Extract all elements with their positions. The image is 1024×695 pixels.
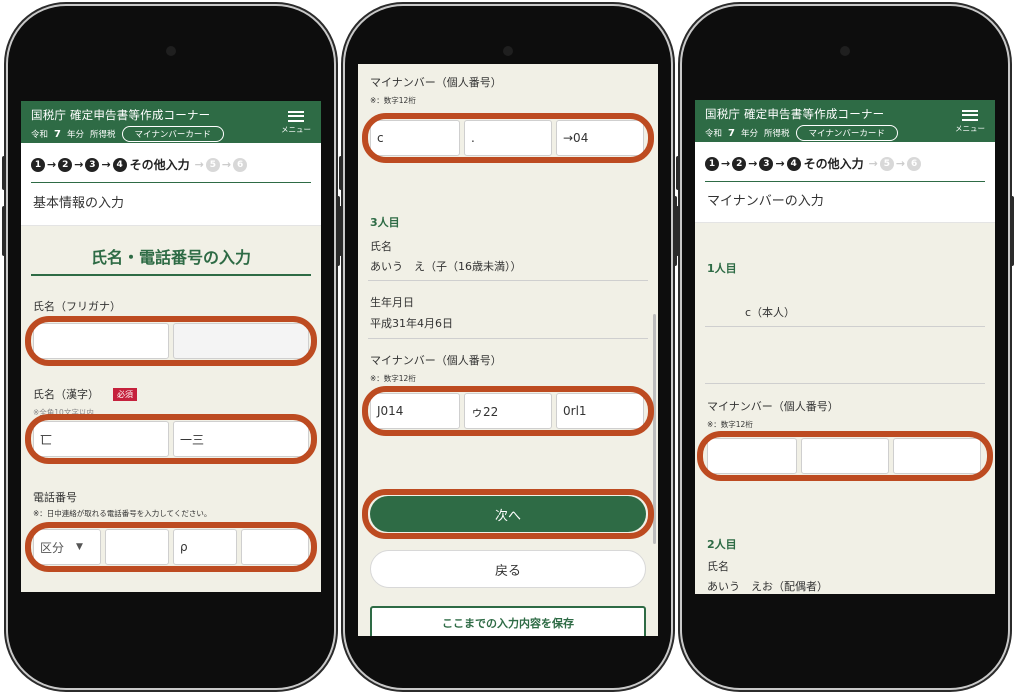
kanji-label: 氏名（漢字） 必須 xyxy=(33,386,137,402)
step-6: 6 xyxy=(233,157,248,172)
phone-label: 電話番号 xyxy=(33,491,77,504)
name-label: 氏名 xyxy=(707,560,729,573)
section-title: 基本情報の入力 xyxy=(21,183,321,226)
year-value: 7 xyxy=(728,127,735,139)
step-progress: 1 → 2 → 3 → 4 その他入力 → 5 → 6 xyxy=(695,142,995,182)
kana-first-input[interactable] xyxy=(173,323,309,359)
step-4: 4 xyxy=(112,157,127,172)
step-2: 2 xyxy=(732,156,747,171)
step-3: 3 xyxy=(85,157,100,172)
page-title: 氏名・電話番号の入力 xyxy=(31,244,311,276)
phone-frame-3: 国税庁 確定申告書等作成コーナー 令和 7 年分 所得税 マイナンバーカード メニュ… xyxy=(676,6,1014,688)
year-value: 7 xyxy=(54,128,61,140)
step-4: 4 xyxy=(786,156,801,171)
step-2: 2 xyxy=(58,157,73,172)
phone-area-input[interactable] xyxy=(105,529,169,565)
scrollbar[interactable] xyxy=(653,314,656,544)
name-label: 氏名 xyxy=(370,240,392,253)
section-title: マイナンバーの入力 xyxy=(695,182,995,223)
menu-label: メニュー xyxy=(955,124,985,133)
phone-exchange-input[interactable]: ρ xyxy=(173,529,237,565)
hamburger-icon xyxy=(288,110,304,122)
mynumber1-input-2[interactable] xyxy=(801,438,889,474)
mynumber3-label: マイナンバー（個人番号） xyxy=(370,354,502,367)
tax-year-info: 令和 7 年分 所得税 マイナンバーカード xyxy=(31,126,224,142)
person1-name: c（本人） xyxy=(745,306,796,319)
mynumber-top-input-2[interactable]: . xyxy=(464,120,552,156)
hamburger-icon xyxy=(962,109,978,121)
mynumber-top-input-3[interactable]: →04 xyxy=(556,120,644,156)
screen-basic-info: 国税庁 確定申告書等作成コーナー 令和 7 年分 所得税 マイナンバーカード メニュ… xyxy=(21,101,321,592)
step-5: 5 xyxy=(205,157,220,172)
year-unit: 年分 xyxy=(66,130,84,140)
step-3: 3 xyxy=(759,156,774,171)
mynumber-card-button[interactable]: マイナンバーカード xyxy=(121,126,224,142)
phone-frame-1: 国税庁 確定申告書等作成コーナー 令和 7 年分 所得税 マイナンバーカード メニュ… xyxy=(2,6,340,688)
phone-type-select[interactable]: 区分 ▼ xyxy=(33,529,101,565)
phone-number-input[interactable] xyxy=(241,529,309,565)
tax-type: 所得税 xyxy=(90,130,116,140)
app-header: 国税庁 確定申告書等作成コーナー 令和 7 年分 所得税 マイナンバーカード メニュ… xyxy=(21,101,321,143)
menu-button[interactable]: メニュー xyxy=(953,107,987,134)
menu-label: メニュー xyxy=(281,125,311,134)
step-5: 5 xyxy=(879,156,894,171)
current-step-label: その他入力 xyxy=(129,158,190,172)
app-title: 国税庁 確定申告書等作成コーナー xyxy=(705,107,885,121)
required-badge: 必須 xyxy=(113,388,137,401)
kana-label: 氏名（フリガナ） xyxy=(33,300,121,313)
menu-button[interactable]: メニュー xyxy=(279,108,313,135)
next-button[interactable]: 次へ xyxy=(370,496,646,532)
app-title: 国税庁 確定申告書等作成コーナー xyxy=(31,108,211,122)
mynumber-card-button[interactable]: マイナンバーカード xyxy=(795,125,898,141)
step-6: 6 xyxy=(907,156,922,171)
mynumber3-input-3[interactable]: 0rl1 xyxy=(556,393,644,429)
person2-heading: 2人目 xyxy=(707,538,737,551)
person1-heading: 1人目 xyxy=(707,262,737,275)
kana-last-input[interactable] xyxy=(33,323,169,359)
birth-value: 平成31年4月6日 xyxy=(370,317,453,330)
mynumber1-input-1[interactable] xyxy=(707,438,797,474)
era-label: 令和 xyxy=(31,130,49,140)
mynumber-note-top: ※：数字12桁 xyxy=(370,96,416,105)
save-progress-button[interactable]: ここまでの入力内容を保存 xyxy=(370,606,646,636)
step-1: 1 xyxy=(705,156,719,171)
mynumber-label: マイナンバー（個人番号） xyxy=(707,400,839,413)
person3-name: あいう え（子（16歳未満）） xyxy=(370,260,522,273)
step-1: 1 xyxy=(31,157,45,172)
step-progress: 1 → 2 → 3 → 4 その他入力 → 5 → 6 xyxy=(21,143,321,183)
phone-note: ※：日中連絡が取れる電話番号を入力してください。 xyxy=(33,509,212,518)
mynumber-top-input-1[interactable]: c xyxy=(370,120,460,156)
app-header: 国税庁 確定申告書等作成コーナー 令和 7 年分 所得税 マイナンバーカード メニュ… xyxy=(695,100,995,142)
kanji-first-input[interactable]: 一三 xyxy=(173,421,309,457)
year-unit: 年分 xyxy=(740,129,758,139)
mynumber3-input-1[interactable]: J014 xyxy=(370,393,460,429)
mynumber1-input-3[interactable] xyxy=(893,438,981,474)
current-step-label: その他入力 xyxy=(803,157,864,171)
era-label: 令和 xyxy=(705,129,723,139)
birth-label: 生年月日 xyxy=(370,296,414,309)
tax-type: 所得税 xyxy=(764,129,790,139)
tax-year-info: 令和 7 年分 所得税 マイナンバーカード xyxy=(705,125,898,141)
person3-heading: 3人目 xyxy=(370,216,400,229)
mynumber3-note: ※：数字12桁 xyxy=(370,374,416,383)
caret-down-icon: ▼ xyxy=(76,542,83,552)
mynumber-note: ※：数字12桁 xyxy=(707,420,753,429)
mynumber3-input-2[interactable]: ゥ22 xyxy=(464,393,552,429)
kanji-note: ※全角10文字以内 xyxy=(33,408,94,417)
phone-frame-2: マイナンバー（個人番号） ※：数字12桁 c . →04 3人目 氏名 あいう … xyxy=(339,6,677,688)
person2-name: あいう えお（配偶者） xyxy=(707,580,828,593)
mynumber-label-top: マイナンバー（個人番号） xyxy=(370,76,502,89)
kanji-last-input[interactable]: 匸 xyxy=(33,421,169,457)
back-button[interactable]: 戻る xyxy=(370,550,646,588)
screen-mynumber-input: 国税庁 確定申告書等作成コーナー 令和 7 年分 所得税 マイナンバーカード メニュ… xyxy=(695,100,995,594)
screen-mynumber-dependents: マイナンバー（個人番号） ※：数字12桁 c . →04 3人目 氏名 あいう … xyxy=(358,64,658,636)
